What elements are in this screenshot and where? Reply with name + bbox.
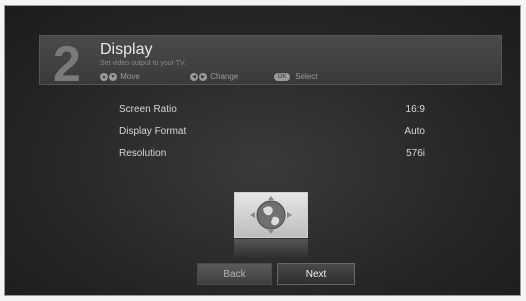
- page-title: Display: [100, 41, 153, 58]
- hint-select-label: Select: [295, 72, 318, 81]
- wizard-screen: 2 Display Set video output to your TV. ▲…: [4, 5, 521, 296]
- setting-value: 16:9: [405, 104, 425, 115]
- hint-move: ▲ ▼ Move: [100, 72, 140, 81]
- illustration-panel: [234, 192, 308, 238]
- setting-row-resolution[interactable]: Resolution 576i: [119, 148, 425, 162]
- hint-change: ◀ ▶ Change: [190, 72, 238, 81]
- right-arrow-icon: ▶: [199, 72, 207, 81]
- setting-value: 576i: [406, 148, 425, 159]
- up-arrow-icon: ▲: [100, 72, 108, 81]
- next-button[interactable]: Next: [277, 263, 355, 285]
- step-number: 2: [53, 36, 81, 92]
- globe-icon: [250, 196, 292, 234]
- left-arrow-icon: ◀: [190, 72, 198, 81]
- setting-row-display-format[interactable]: Display Format Auto: [119, 126, 425, 140]
- setting-label: Resolution: [119, 148, 167, 159]
- setting-value: Auto: [404, 126, 425, 137]
- setting-label: Display Format: [119, 126, 187, 137]
- page-subtitle: Set video output to your TV.: [100, 60, 187, 67]
- hint-move-label: Move: [120, 72, 140, 81]
- down-arrow-icon: ▼: [109, 72, 117, 81]
- setting-label: Screen Ratio: [119, 104, 177, 115]
- setting-row-screen-ratio[interactable]: Screen Ratio 16:9: [119, 104, 425, 118]
- ok-key-icon: OK: [274, 72, 290, 81]
- hint-select: OK Select: [274, 72, 317, 81]
- back-button[interactable]: Back: [197, 263, 272, 285]
- illustration-reflection: [234, 239, 308, 259]
- hint-change-label: Change: [210, 72, 239, 81]
